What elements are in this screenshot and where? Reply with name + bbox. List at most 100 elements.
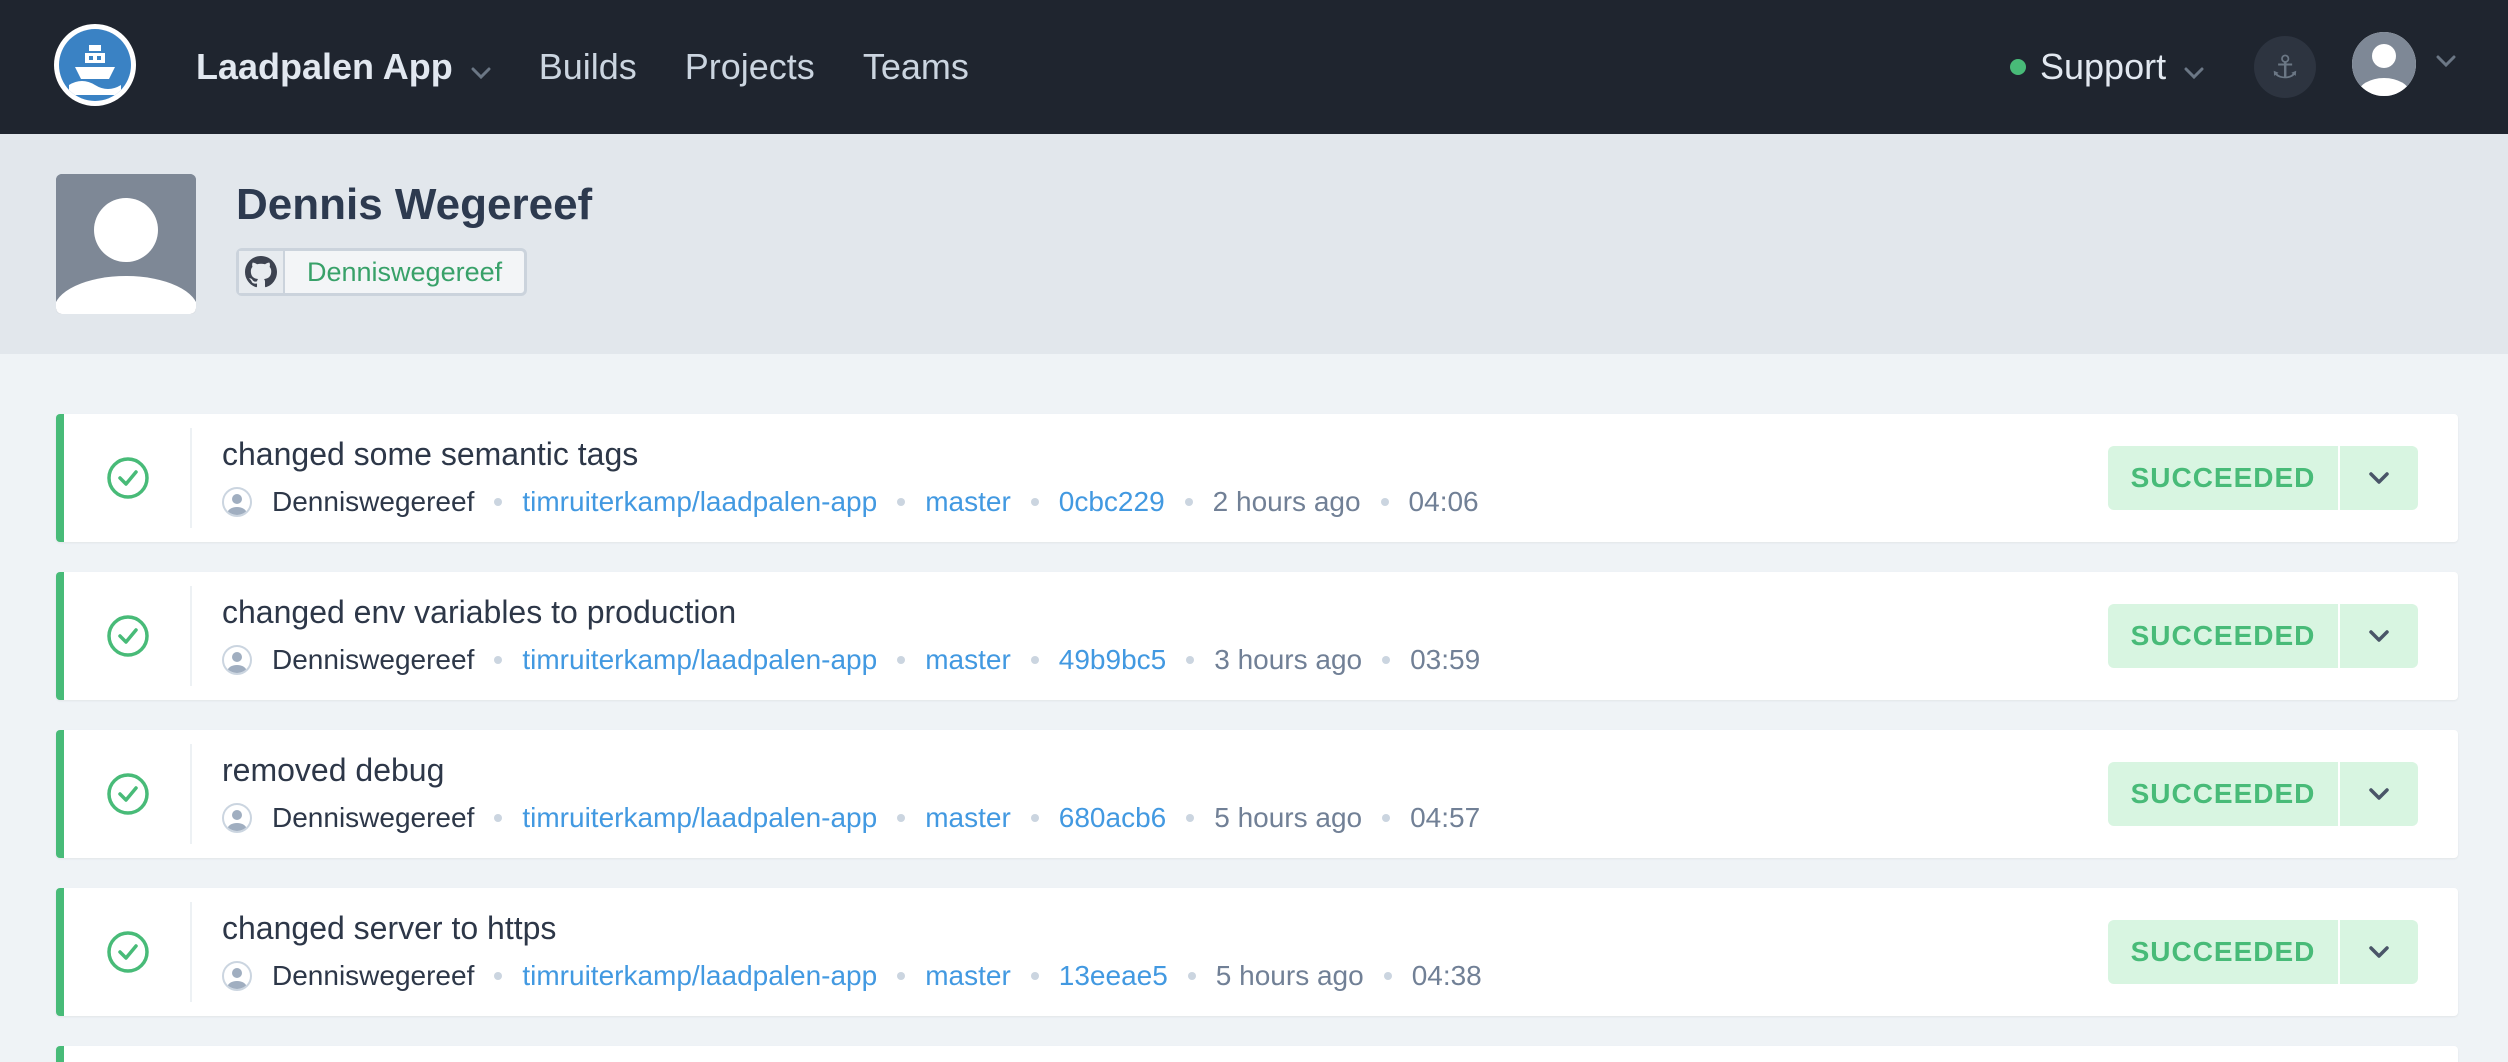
build-duration: 04:57 [1410, 802, 1481, 833]
build-actions-button[interactable] [2340, 920, 2418, 984]
build-list: changed some semantic tags Denniswegeree… [56, 414, 2458, 1062]
github-icon [239, 251, 285, 293]
repo-link[interactable]: timruiterkamp/laadpalen-app [522, 486, 877, 518]
build-duration: 04:06 [1408, 486, 1479, 517]
repo-link[interactable]: timruiterkamp/laadpalen-app [522, 644, 877, 676]
build-time-ago: 2 hours ago [1212, 486, 1361, 517]
chevron-down-icon [471, 46, 491, 88]
author-name: Denniswegereef [272, 960, 475, 991]
user-avatar[interactable] [2352, 32, 2416, 96]
app-switcher[interactable]: Laadpalen App [196, 46, 491, 88]
profile-name: Dennis Wegereef [236, 180, 593, 229]
support-menu[interactable]: Support [2010, 0, 2204, 134]
build-status-group: SUCCEEDED [2108, 762, 2418, 826]
separator-dot [494, 656, 503, 664]
anchor-icon[interactable]: ⚓ [2254, 36, 2316, 98]
separator-dot [1030, 656, 1039, 664]
chevron-down-icon [2184, 46, 2204, 88]
branch-link[interactable]: master [925, 802, 1011, 834]
build-meta: Denniswegereef timruiterkamp/laadpalen-a… [222, 802, 1480, 834]
commit-link[interactable]: 13eeae5 [1059, 960, 1168, 992]
build-duration: 03:59 [1410, 644, 1481, 675]
commit-link[interactable]: 680acb6 [1059, 802, 1166, 834]
build-time-ago: 5 hours ago [1214, 802, 1363, 833]
build-row[interactable]: changed env variables to production Denn… [56, 572, 2458, 700]
nav-link-projects[interactable]: Projects [685, 46, 815, 88]
status-badge[interactable]: SUCCEEDED [2108, 604, 2338, 668]
build-meta: Denniswegereef timruiterkamp/laadpalen-a… [222, 960, 1482, 992]
author-avatar [222, 961, 252, 991]
separator-dot [1187, 972, 1196, 980]
build-time-ago: 5 hours ago [1215, 960, 1364, 991]
app-name: Laadpalen App [196, 46, 453, 87]
divider [190, 744, 192, 844]
chevron-down-icon[interactable] [2436, 54, 2456, 72]
build-actions-button[interactable] [2340, 762, 2418, 826]
top-navbar: Laadpalen App Builds Projects Teams Supp… [0, 0, 2508, 134]
separator-dot [494, 972, 503, 980]
support-label: Support [2040, 46, 2167, 87]
separator-dot [1382, 814, 1391, 822]
separator-dot [897, 972, 906, 980]
commit-link[interactable]: 0cbc229 [1059, 486, 1165, 518]
build-status-group: SUCCEEDED [2108, 604, 2418, 668]
build-status-group: SUCCEEDED [2108, 920, 2418, 984]
chevron-down-icon [2369, 946, 2389, 958]
separator-dot [1184, 498, 1193, 506]
repo-link[interactable]: timruiterkamp/laadpalen-app [522, 802, 877, 834]
author-avatar [222, 645, 252, 675]
repo-link[interactable]: timruiterkamp/laadpalen-app [522, 960, 877, 992]
check-circle-icon [106, 930, 150, 974]
chevron-down-icon [2369, 472, 2389, 484]
commit-message[interactable]: changed server to https [222, 910, 556, 947]
profile-avatar [56, 174, 196, 314]
separator-dot [897, 498, 906, 506]
status-badge[interactable]: SUCCEEDED [2108, 920, 2338, 984]
nav-link-builds[interactable]: Builds [539, 46, 637, 88]
drone-logo-icon[interactable] [54, 24, 136, 106]
author-avatar [222, 487, 252, 517]
build-meta: Denniswegereef timruiterkamp/laadpalen-a… [222, 644, 1480, 676]
build-row[interactable]: removed debug Denniswegereef timruiterka… [56, 730, 2458, 858]
separator-dot [1030, 498, 1039, 506]
author-name: Denniswegereef [272, 802, 475, 833]
separator-dot [1382, 656, 1391, 664]
divider [190, 428, 192, 528]
github-username: Denniswegereef [307, 256, 503, 287]
chevron-down-icon [2369, 788, 2389, 800]
nav-link-teams[interactable]: Teams [863, 46, 969, 88]
divider [190, 586, 192, 686]
check-circle-icon [106, 456, 150, 500]
build-time-ago: 3 hours ago [1214, 644, 1363, 675]
separator-dot [1186, 814, 1195, 822]
commit-message[interactable]: changed env variables to production [222, 594, 736, 631]
separator-dot [897, 656, 906, 664]
separator-dot [897, 814, 906, 822]
separator-dot [494, 814, 503, 822]
build-actions-button[interactable] [2340, 446, 2418, 510]
check-circle-icon [106, 772, 150, 816]
separator-dot [1383, 972, 1392, 980]
build-status-group: SUCCEEDED [2108, 446, 2418, 510]
commit-message[interactable]: removed debug [222, 752, 444, 789]
branch-link[interactable]: master [925, 644, 1011, 676]
build-meta: Denniswegereef timruiterkamp/laadpalen-a… [222, 486, 1479, 518]
author-avatar [222, 803, 252, 833]
build-row[interactable]: changed server to https Denniswegereef t… [56, 888, 2458, 1016]
branch-link[interactable]: master [925, 486, 1011, 518]
chevron-down-icon [2369, 630, 2389, 642]
commit-message[interactable]: changed some semantic tags [222, 436, 638, 473]
build-actions-button[interactable] [2340, 604, 2418, 668]
separator-dot [494, 498, 503, 506]
build-row[interactable] [56, 1046, 2458, 1062]
build-row[interactable]: changed some semantic tags Denniswegeree… [56, 414, 2458, 542]
build-duration: 04:38 [1411, 960, 1482, 991]
branch-link[interactable]: master [925, 960, 1011, 992]
status-badge[interactable]: SUCCEEDED [2108, 446, 2338, 510]
separator-dot [1030, 972, 1039, 980]
separator-dot [1380, 498, 1389, 506]
github-profile-link[interactable]: Denniswegereef [236, 248, 528, 296]
status-badge[interactable]: SUCCEEDED [2108, 762, 2338, 826]
commit-link[interactable]: 49b9bc5 [1059, 644, 1166, 676]
check-circle-icon [106, 614, 150, 658]
